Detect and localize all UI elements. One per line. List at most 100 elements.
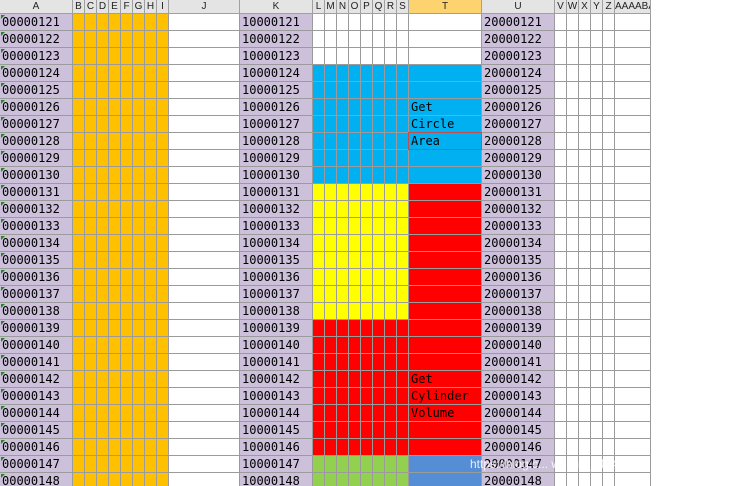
grid-cell[interactable] <box>349 31 361 48</box>
grid-cell[interactable] <box>109 99 121 116</box>
column-header-v[interactable]: V <box>555 0 567 14</box>
grid-cell[interactable] <box>133 184 145 201</box>
grid-cell[interactable] <box>157 422 169 439</box>
grid-cell[interactable] <box>313 337 325 354</box>
grid-cell[interactable] <box>85 14 97 31</box>
grid-cell[interactable] <box>109 31 121 48</box>
grid-cell[interactable] <box>85 82 97 99</box>
grid-cell[interactable] <box>373 235 385 252</box>
grid-cell[interactable] <box>73 14 85 31</box>
grid-cell[interactable] <box>157 133 169 150</box>
column-header-m[interactable]: M <box>325 0 337 14</box>
grid-cell[interactable] <box>313 82 325 99</box>
grid-cell[interactable] <box>73 456 85 473</box>
grid-cell[interactable] <box>579 371 591 388</box>
grid-cell[interactable] <box>133 201 145 218</box>
grid-cell[interactable] <box>603 218 615 235</box>
grid-cell[interactable] <box>85 167 97 184</box>
grid-cell[interactable] <box>109 473 121 486</box>
grid-cell[interactable] <box>361 201 373 218</box>
grid-cell[interactable] <box>373 82 385 99</box>
grid-cell[interactable] <box>85 303 97 320</box>
grid-cell[interactable] <box>409 337 482 354</box>
grid-cell[interactable] <box>579 133 591 150</box>
column-header-w[interactable]: W <box>567 0 579 14</box>
grid-cell[interactable] <box>603 235 615 252</box>
grid-cell[interactable] <box>109 82 121 99</box>
grid-cell[interactable] <box>615 65 651 82</box>
grid-cell[interactable] <box>591 337 603 354</box>
grid-cell[interactable] <box>385 473 397 486</box>
grid-cell[interactable] <box>97 167 109 184</box>
grid-cell[interactable] <box>145 286 157 303</box>
grid-cell[interactable] <box>337 99 349 116</box>
grid-cell[interactable] <box>109 167 121 184</box>
grid-cell[interactable] <box>579 201 591 218</box>
grid-cell[interactable] <box>397 99 409 116</box>
grid-cell[interactable] <box>325 201 337 218</box>
grid-cell[interactable] <box>73 82 85 99</box>
grid-cell[interactable] <box>361 456 373 473</box>
grid-cell[interactable] <box>615 405 651 422</box>
grid-cell[interactable] <box>385 439 397 456</box>
grid-cell[interactable] <box>397 439 409 456</box>
grid-cell[interactable] <box>579 439 591 456</box>
grid-cell[interactable] <box>385 286 397 303</box>
grid-cell[interactable] <box>313 31 325 48</box>
grid-cell[interactable] <box>73 320 85 337</box>
column-header-j[interactable]: J <box>169 0 240 14</box>
grid-cell[interactable] <box>145 65 157 82</box>
grid-cell[interactable] <box>121 201 133 218</box>
grid-cell[interactable] <box>555 133 567 150</box>
grid-cell[interactable] <box>361 439 373 456</box>
grid-cell[interactable] <box>373 286 385 303</box>
grid-cell[interactable] <box>385 337 397 354</box>
grid-cell[interactable] <box>349 65 361 82</box>
grid-cell[interactable] <box>349 14 361 31</box>
grid-cell[interactable] <box>361 65 373 82</box>
grid-cell[interactable] <box>579 354 591 371</box>
grid-cell[interactable] <box>121 252 133 269</box>
grid-cell[interactable] <box>397 422 409 439</box>
grid-cell[interactable] <box>349 354 361 371</box>
grid-cell[interactable] <box>591 99 603 116</box>
grid-cell[interactable] <box>169 456 240 473</box>
grid-cell[interactable] <box>313 286 325 303</box>
grid-cell[interactable] <box>73 473 85 486</box>
grid-cell[interactable] <box>615 269 651 286</box>
grid-cell[interactable] <box>109 354 121 371</box>
grid-cell[interactable] <box>85 354 97 371</box>
grid-cell[interactable] <box>397 337 409 354</box>
grid-cell[interactable] <box>567 405 579 422</box>
grid-cell[interactable] <box>157 439 169 456</box>
grid-cell[interactable] <box>157 201 169 218</box>
grid-cell[interactable] <box>109 337 121 354</box>
grid-cell[interactable] <box>133 218 145 235</box>
grid-cell[interactable] <box>145 439 157 456</box>
grid-cell[interactable] <box>361 99 373 116</box>
grid-cell[interactable] <box>615 337 651 354</box>
grid-cell[interactable] <box>567 422 579 439</box>
grid-cell[interactable] <box>591 82 603 99</box>
grid-cell[interactable] <box>337 354 349 371</box>
grid-cell[interactable] <box>169 31 240 48</box>
grid-cell[interactable] <box>373 218 385 235</box>
grid-cell[interactable] <box>157 337 169 354</box>
grid-cell[interactable] <box>409 82 482 99</box>
grid-cell[interactable] <box>397 354 409 371</box>
grid-cell[interactable] <box>133 31 145 48</box>
grid-cell[interactable] <box>121 133 133 150</box>
grid-cell[interactable] <box>361 354 373 371</box>
grid-cell[interactable] <box>121 48 133 65</box>
grid-cell[interactable] <box>603 48 615 65</box>
grid-cell[interactable] <box>85 422 97 439</box>
grid-cell[interactable] <box>349 218 361 235</box>
grid-cell[interactable] <box>603 269 615 286</box>
grid-cell[interactable] <box>313 303 325 320</box>
grid-cell[interactable] <box>97 456 109 473</box>
grid-cell[interactable] <box>325 133 337 150</box>
grid-cell[interactable] <box>85 405 97 422</box>
grid-cell[interactable] <box>325 371 337 388</box>
grid-cell[interactable] <box>361 235 373 252</box>
grid-cell[interactable] <box>349 371 361 388</box>
